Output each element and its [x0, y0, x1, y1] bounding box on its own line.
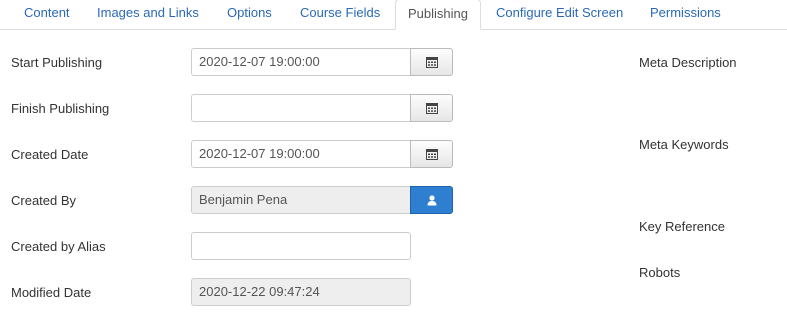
- created-date-calendar-button[interactable]: [410, 140, 453, 168]
- robots-label: Robots: [639, 265, 681, 280]
- tab-content[interactable]: Content: [24, 0, 70, 30]
- tab-options[interactable]: Options: [227, 0, 272, 30]
- finish-publishing-input[interactable]: [191, 94, 411, 122]
- tab-publishing[interactable]: Publishing: [395, 0, 481, 30]
- user-icon: [427, 194, 436, 205]
- meta-description-label: Meta Description: [639, 55, 737, 70]
- finish-publishing-label: Finish Publishing: [11, 101, 110, 116]
- created-by-input: Benjamin Pena: [191, 186, 411, 214]
- tab-images-and-links[interactable]: Images and Links: [97, 0, 199, 30]
- calendar-icon: [425, 57, 438, 68]
- created-by-alias-input[interactable]: [191, 232, 411, 260]
- created-date-input[interactable]: 2020-12-07 19:00:00: [191, 140, 411, 168]
- start-publishing-label: Start Publishing: [11, 55, 103, 70]
- key-reference-label: Key Reference: [639, 219, 725, 234]
- tab-course-fields[interactable]: Course Fields: [300, 0, 380, 30]
- calendar-icon: [425, 149, 438, 160]
- meta-keywords-label: Meta Keywords: [639, 137, 729, 152]
- tab-permissions[interactable]: Permissions: [650, 0, 721, 30]
- created-date-label: Created Date: [11, 147, 89, 162]
- start-publishing-input[interactable]: 2020-12-07 19:00:00: [191, 48, 411, 76]
- calendar-icon: [425, 103, 438, 114]
- created-by-alias-label: Created by Alias: [11, 239, 106, 254]
- modified-date-label: Modified Date: [11, 285, 92, 300]
- modified-date-input: 2020-12-22 09:47:24: [191, 278, 411, 306]
- start-publishing-calendar-button[interactable]: [410, 48, 453, 76]
- finish-publishing-calendar-button[interactable]: [410, 94, 453, 122]
- tab-configure-edit-screen[interactable]: Configure Edit Screen: [496, 0, 623, 30]
- created-by-label: Created By: [11, 193, 77, 208]
- select-user-button[interactable]: [410, 186, 453, 214]
- tab-bar: Content Images and Links Options Course …: [0, 0, 787, 30]
